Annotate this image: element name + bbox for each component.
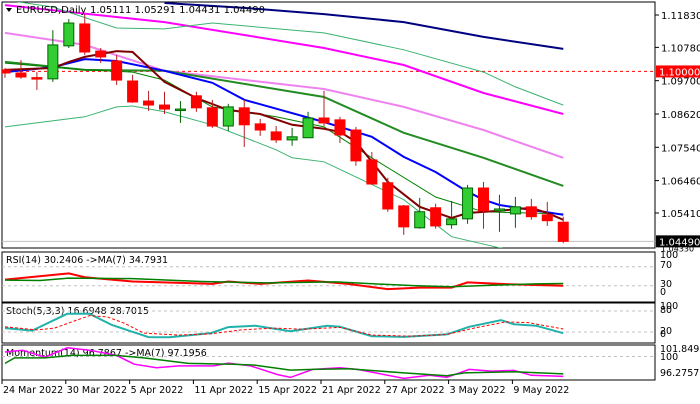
price-tick-label: 1.06460 (661, 177, 700, 188)
date-label: 24 Mar 2022 (3, 385, 63, 396)
last-price-label: 1.04490 (659, 237, 700, 248)
candle-body (493, 208, 505, 212)
candle-body (95, 50, 107, 58)
stoch-panel[interactable]: Stoch(5,3,3) 16.6948 28.7015 (1, 302, 656, 344)
candle-body (509, 206, 521, 215)
candle-body (270, 131, 282, 141)
candle-body (286, 136, 298, 141)
rsi-legend: RSI(14) 30.2406 ->MA(7) 34.7931 (6, 255, 168, 266)
price-panel[interactable] (1, 1, 656, 249)
date-label: 30 Mar 2022 (67, 385, 127, 396)
time-axis: 24 Mar 2022 30 Mar 2022 5 Apr 2022 11 Apr 2… (1, 380, 569, 396)
candle-body (111, 60, 123, 81)
candle-body (15, 72, 27, 78)
date-label: 11 Apr 2022 (194, 385, 253, 396)
candle-body (334, 119, 346, 136)
candle-body (382, 182, 394, 210)
level-price-label: 1.10000 (659, 67, 700, 78)
bullish-candle[interactable] (462, 184, 474, 224)
candle-body (190, 95, 202, 109)
candle-body (478, 187, 489, 212)
candle-body (462, 187, 474, 220)
stoch-tick-label: 80 (660, 305, 672, 316)
stoch-tick-label: 0 (660, 329, 666, 340)
candle-body (79, 23, 91, 53)
price-tick-label: 1.10780 (661, 43, 700, 54)
date-label: 9 May 2022 (513, 385, 569, 396)
symbol-label: EURUSD,Daily (16, 5, 87, 16)
candle-body (525, 206, 537, 218)
candle-body (159, 104, 170, 110)
candle-body (127, 80, 139, 103)
candle-body (222, 106, 234, 127)
candle-body (31, 77, 43, 80)
rsi-panel[interactable]: RSI(14) 30.2406 ->MA(7) 34.7931 (1, 251, 656, 303)
momentum-tick-label: 100 (660, 352, 678, 363)
price-tick-label: 1.08620 (661, 110, 700, 121)
candle-body (350, 129, 362, 162)
bearish-candle[interactable] (382, 177, 394, 212)
bearish-candle[interactable] (430, 203, 442, 229)
momentum-panel[interactable]: Momentum(14) 96.7867 ->MA(7) 97.1956 (1, 344, 656, 381)
momentum-tick-label: 96.2757 (660, 368, 699, 379)
date-label: 15 Apr 2022 (258, 385, 317, 396)
candle-body (63, 22, 75, 47)
rsi-tick-label: 70 (660, 260, 672, 271)
eurusd-chart: 1.118301.107801.097001.086201.075401.064… (1, 1, 700, 396)
candle-body (414, 211, 426, 229)
rsi-tick-label: 0 (660, 287, 666, 298)
price-tick-label: 1.05410 (661, 209, 700, 220)
price-scale: 1.118301.107801.097001.086201.075401.064… (655, 11, 700, 253)
date-label: 3 May 2022 (450, 385, 506, 396)
candle-body (238, 107, 250, 126)
candle-body (557, 221, 569, 242)
candle-body (430, 207, 442, 227)
bullish-candle[interactable] (63, 19, 75, 48)
candle-body (398, 205, 410, 228)
date-label: 21 Apr 2022 (322, 385, 381, 396)
price-tick-label: 1.11830 (661, 11, 700, 22)
candle-body (47, 44, 59, 80)
candle-body (254, 123, 266, 131)
candle-body (366, 159, 378, 185)
candle-body (541, 214, 553, 222)
date-label: 5 Apr 2022 (131, 385, 184, 396)
date-label: 27 Apr 2022 (386, 385, 445, 396)
candle-body (446, 218, 458, 226)
ohlc-values: 1.05111 1.05291 1.04431 1.04490 (90, 5, 265, 16)
price-tick-label: 1.07540 (661, 143, 700, 154)
candle-body (143, 100, 155, 106)
candle-body (318, 117, 330, 124)
candle-body (206, 107, 218, 127)
candle-body (302, 117, 314, 139)
bearish-candle[interactable] (350, 126, 362, 166)
candle-body (174, 108, 186, 112)
